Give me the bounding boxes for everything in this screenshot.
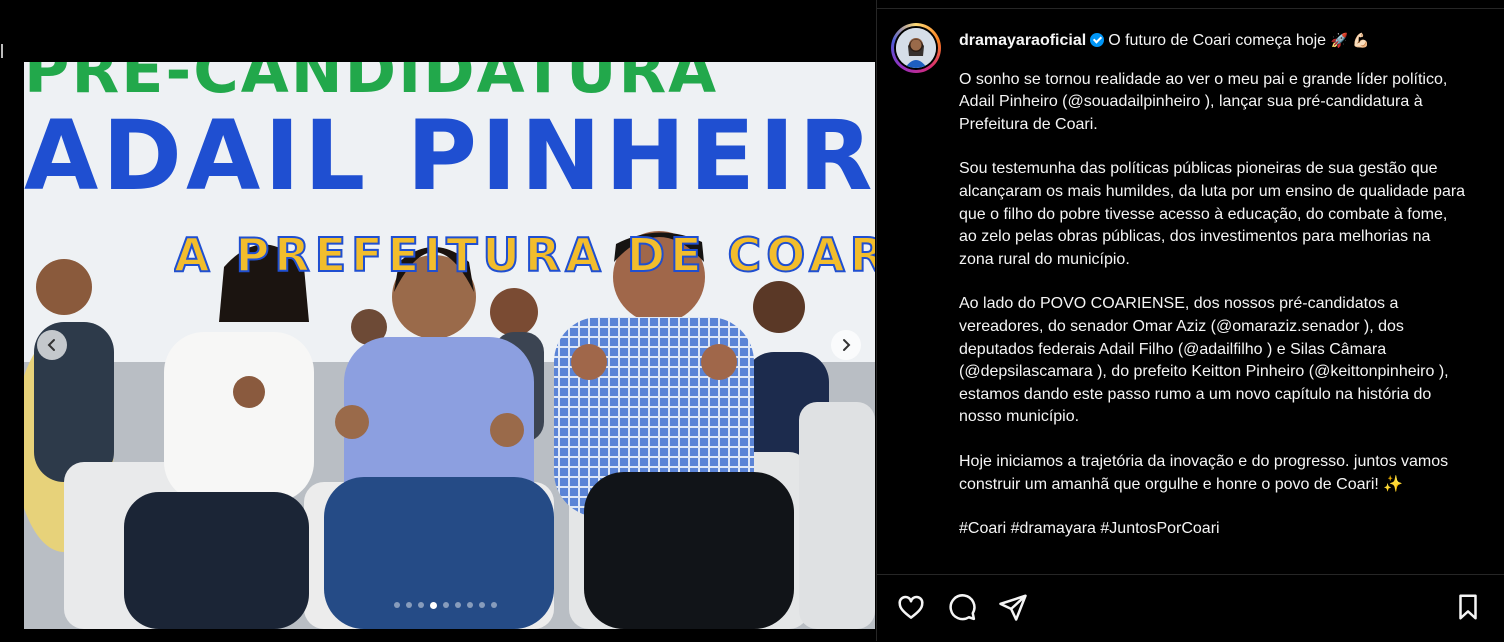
- avatar-photo: [896, 28, 936, 68]
- caption-header: dramayaraoficial O futuro de Coari começa…: [959, 30, 1469, 53]
- carousel-dot: [418, 602, 424, 608]
- carousel-dot: [467, 602, 473, 608]
- carousel-indicator: [394, 601, 497, 609]
- save-button[interactable]: [1453, 592, 1483, 622]
- media-pane: PRÉ-CANDIDATURA ADAIL PINHEIRO A PREFEIT…: [0, 0, 876, 641]
- edge-marker: [1, 44, 3, 58]
- bookmark-icon: [1459, 594, 1477, 620]
- carousel-next-button[interactable]: [831, 330, 861, 360]
- comment-icon: [949, 594, 976, 621]
- caption-headline: O futuro de Coari começa hoje: [1108, 32, 1327, 49]
- carousel-dot: [479, 602, 485, 608]
- post-sidebar: dramayaraoficial O futuro de Coari começa…: [876, 0, 1504, 641]
- username-link[interactable]: dramayaraoficial: [959, 32, 1086, 49]
- banner-text-line3: A PREFEITURA DE COARI 2: [174, 228, 875, 282]
- chevron-left-icon: [47, 339, 55, 351]
- caption-paragraph-4: Hoje iniciamos a trajetória da inovação …: [959, 452, 1449, 493]
- avatar[interactable]: [891, 23, 941, 73]
- carousel-dot: [491, 602, 497, 608]
- sidebar-top-divider: [877, 0, 1504, 9]
- like-button[interactable]: [896, 592, 926, 622]
- carousel-prev-button[interactable]: [37, 330, 67, 360]
- banner-text-line2: ADAIL PINHEIRO: [24, 100, 875, 212]
- carousel-dot: [394, 602, 400, 608]
- action-bar: [877, 574, 1504, 642]
- avatar-portrait: [896, 28, 936, 68]
- comment-button[interactable]: [947, 592, 977, 622]
- post-photo[interactable]: PRÉ-CANDIDATURA ADAIL PINHEIRO A PREFEIT…: [24, 62, 875, 629]
- share-button[interactable]: [998, 592, 1028, 622]
- caption-hashtags[interactable]: #Coari #dramayara #JuntosPorCoari: [959, 518, 1469, 541]
- heart-icon: [898, 595, 924, 619]
- carousel-dot: [443, 602, 449, 608]
- post-caption: dramayaraoficial O futuro de Coari começa…: [959, 30, 1469, 563]
- paper-plane-icon: [999, 594, 1027, 621]
- caption-paragraph-3: Ao lado do POVO COARIENSE, dos nossos pr…: [959, 295, 1449, 426]
- headline-emojis: 🚀 💪🏻: [1330, 33, 1370, 49]
- carousel-dot: [406, 602, 412, 608]
- chevron-right-icon: [843, 339, 851, 351]
- carousel-dot: [455, 602, 461, 608]
- verified-badge-icon: [1090, 33, 1105, 47]
- carousel-dot: [430, 601, 437, 609]
- caption-paragraph-1: O sonho se tornou realidade ao ver o meu…: [959, 70, 1448, 133]
- caption-paragraph-2: Sou testemunha das políticas públicas pi…: [959, 160, 1466, 268]
